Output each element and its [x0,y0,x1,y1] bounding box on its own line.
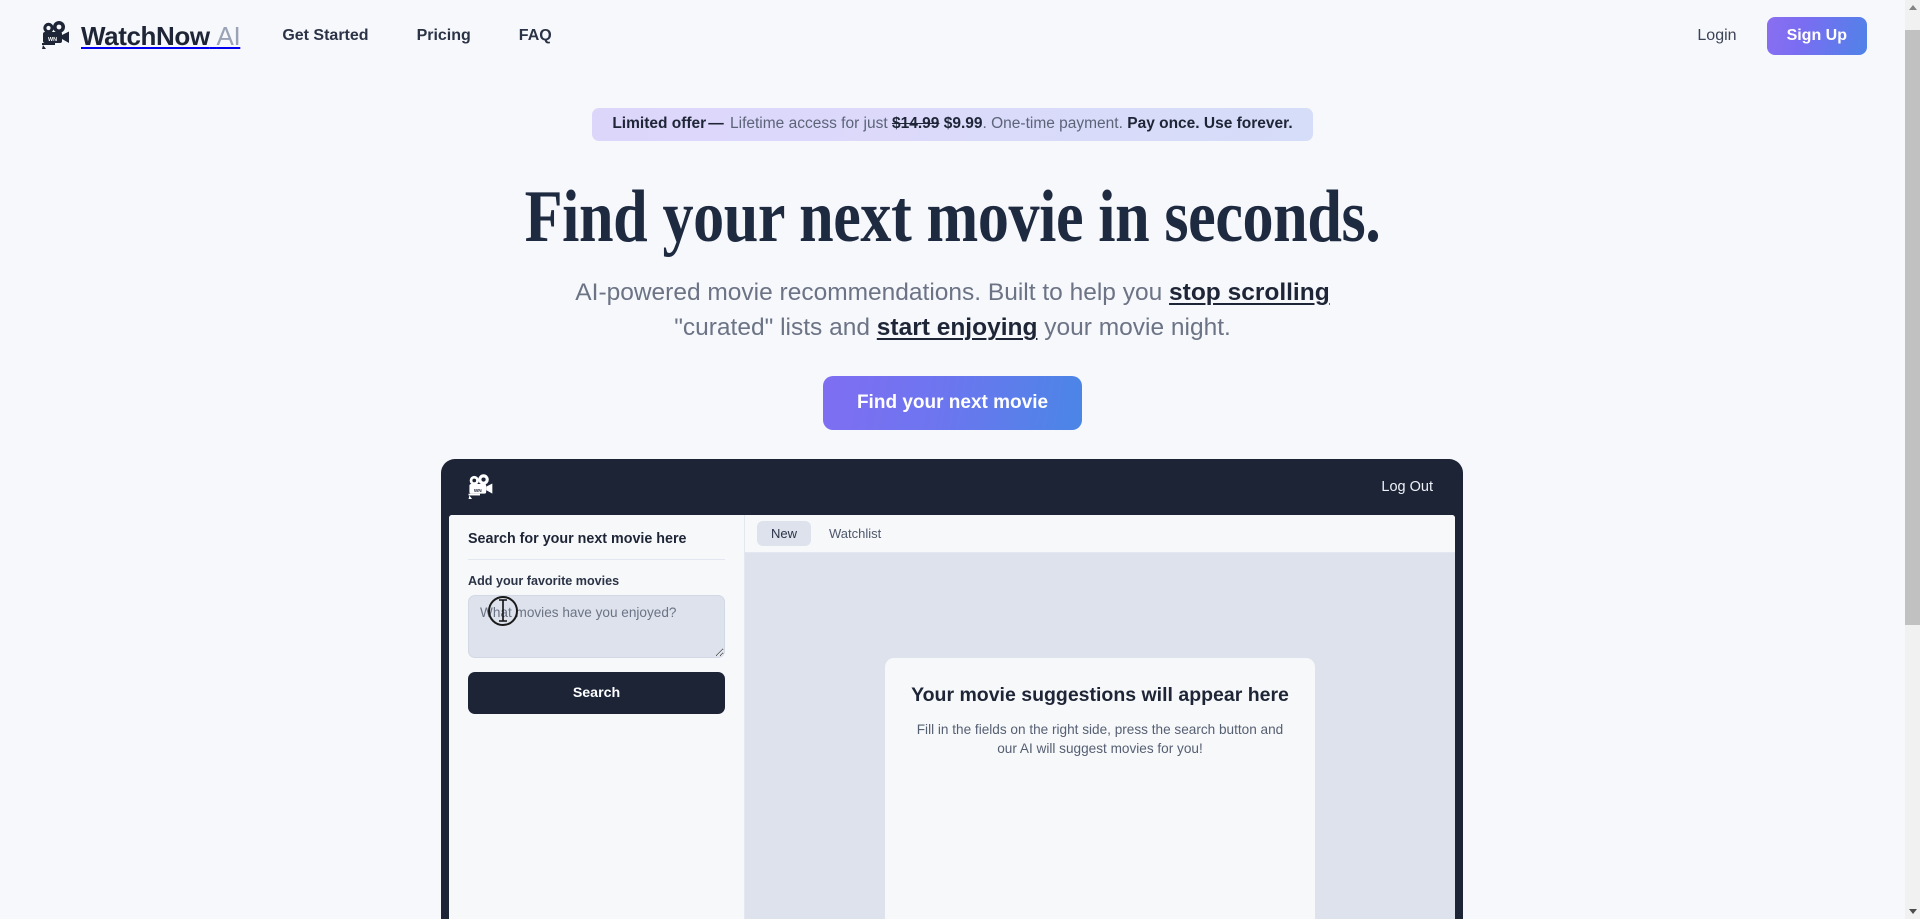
subhead-link-start-enjoying[interactable]: start enjoying [877,314,1038,341]
movie-camera-icon: WN [468,473,493,499]
tab-new[interactable]: New [757,521,812,546]
chevron-up-icon [1908,5,1917,10]
promo-strong: Limited offer [612,115,707,132]
subhead-link-stop-scrolling[interactable]: stop scrolling [1169,279,1330,306]
svg-text:WN: WN [48,37,57,43]
search-button[interactable]: Search [468,672,725,714]
login-link[interactable]: Login [1697,27,1736,45]
empty-state-card: Your movie suggestions will appear here … [885,658,1315,919]
app-topbar: WN Log Out [449,459,1455,515]
log-out-link[interactable]: Log Out [1381,479,1433,495]
limited-offer-banner: Limited offer — Lifetime access for just … [592,108,1313,141]
promo-old-price: $14.99 [891,115,940,132]
promo-new-price: $9.99 [943,115,983,132]
vertical-scrollbar[interactable] [1905,0,1920,919]
page-root: WN WatchNow AI Get Started Pricing FAQ L… [0,0,1905,919]
promo-dash: — [708,115,724,132]
app-preview-frame: WN Log Out Search for your next movie he… [441,459,1463,919]
promo-text-after: . One-time payment. [982,115,1128,132]
scrollbar-thumb[interactable] [1905,30,1920,625]
brand-name-text: WatchNow [81,20,210,51]
favorite-movies-input[interactable] [468,595,725,658]
subhead-part-1: AI-powered movie recommendations. Built … [575,278,1170,306]
empty-state-description: Fill in the fields on the right side, pr… [916,722,1284,757]
sign-up-button[interactable]: Sign Up [1766,17,1867,55]
brand-logo-link[interactable]: WN WatchNow AI [38,20,241,52]
nav-link-faq[interactable]: FAQ [519,27,552,45]
hero-section: Limited offer — Lifetime access for just … [0,108,1905,430]
brand-name: WatchNow AI [81,20,241,52]
promo-tagline: Pay once. Use forever. [1127,115,1293,132]
scrollbar-up-button[interactable] [1905,0,1920,15]
nav-link-get-started[interactable]: Get Started [282,27,368,45]
scrollbar-down-button[interactable] [1905,904,1920,919]
favorite-movies-label: Add your favorite movies [468,574,620,588]
chevron-down-icon [1908,909,1917,914]
svg-text:WN: WN [474,487,482,493]
promo-text-before: Lifetime access for just [725,115,892,132]
nav-link-pricing[interactable]: Pricing [417,27,471,45]
hero-subheadline: AI-powered movie recommendations. Built … [0,275,1905,346]
results-area: Your movie suggestions will appear here … [745,553,1455,919]
brand-name-suffix: AI [216,20,241,51]
find-your-next-movie-button[interactable]: Find your next movie [822,375,1083,430]
sidebar-title: Search for your next movie here [468,531,725,560]
nav-right-actions: Login Sign Up [1697,17,1867,55]
cta-wrapper: Find your next movie [0,375,1905,430]
app-body: Search for your next movie here Add your… [449,515,1455,919]
movie-camera-icon: WN [42,21,69,49]
empty-state-title: Your movie suggestions will appear here [911,684,1289,706]
subhead-part-2: "curated" lists and [674,314,877,342]
tab-watchlist[interactable]: Watchlist [815,521,895,546]
subhead-part-3: your movie night. [1037,314,1231,342]
top-navbar: WN WatchNow AI Get Started Pricing FAQ L… [0,0,1905,72]
app-sidebar: Search for your next movie here Add your… [449,515,745,919]
page-title: Find your next movie in seconds. [524,176,1381,258]
app-tabbar: New Watchlist [745,515,1455,553]
nav-links: Get Started Pricing FAQ [282,27,551,45]
app-main: New Watchlist Your movie suggestions wil… [745,515,1455,919]
